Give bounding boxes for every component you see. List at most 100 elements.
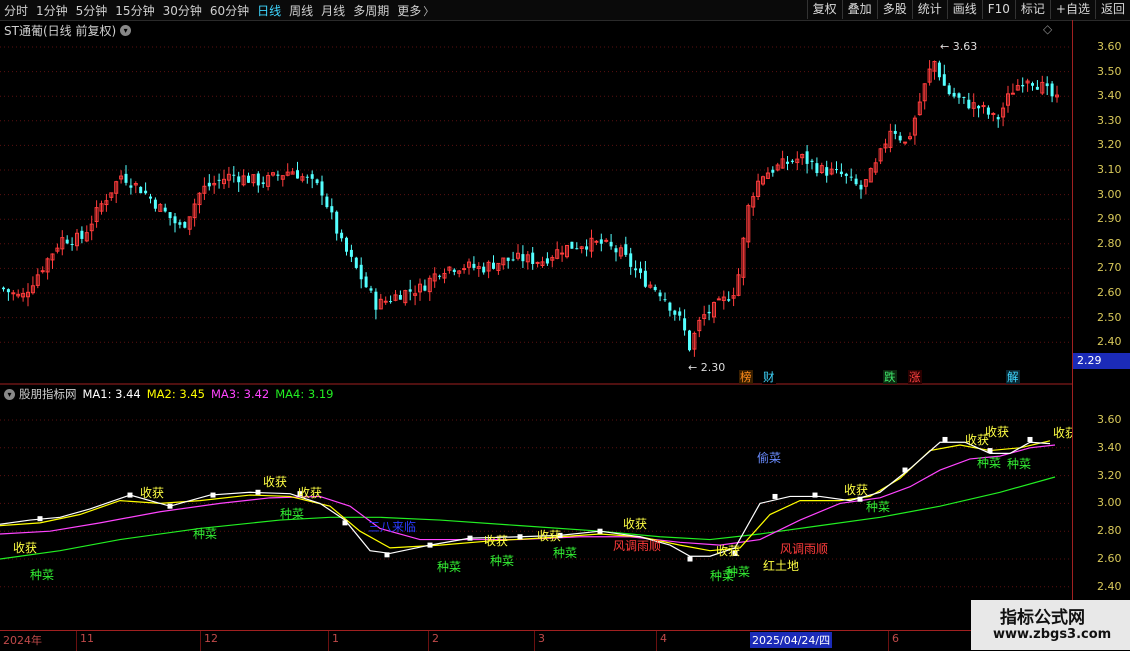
candle-body xyxy=(124,173,128,183)
candle-body xyxy=(70,244,74,246)
candle-body xyxy=(1021,85,1025,87)
candle-body xyxy=(452,269,456,272)
price-tick-label: 3.60 xyxy=(1097,40,1122,53)
overlap-signal: 三八来临 xyxy=(368,520,416,534)
good-weather-signal: 风调雨顺 xyxy=(780,542,828,556)
indicator-tick-label: 3.60 xyxy=(1097,413,1122,426)
plant-signal: 种菜 xyxy=(193,527,217,541)
date-label: 12 xyxy=(204,632,218,645)
price-tick-label: 2.80 xyxy=(1097,236,1122,250)
ma1-marker xyxy=(467,535,473,541)
candle-body xyxy=(673,310,677,315)
date-label: 4 xyxy=(660,632,667,645)
date-label: 3 xyxy=(538,632,545,645)
candle-body xyxy=(217,179,221,181)
indicator-tick-label: 2.80 xyxy=(1097,524,1122,538)
plant-signal: 种菜 xyxy=(1007,457,1031,471)
candle-body xyxy=(629,253,633,267)
date-label: 2 xyxy=(432,632,439,645)
candle-body xyxy=(305,176,309,178)
event-marker-cai[interactable]: 财 xyxy=(762,370,776,384)
date-separator xyxy=(888,631,889,651)
date-separator xyxy=(656,631,657,651)
low-price-label: ← 2.30 xyxy=(688,361,725,374)
candle-body xyxy=(335,211,339,234)
high-price-label: ← 3.63 xyxy=(940,40,977,53)
back-button[interactable]: 返回 xyxy=(1094,0,1130,19)
candle-body xyxy=(531,252,535,264)
candle-body xyxy=(839,171,843,175)
candle-body xyxy=(570,241,574,249)
candle-body xyxy=(315,179,319,184)
candle-body xyxy=(340,232,344,239)
date-label: 1 xyxy=(332,632,339,645)
event-marker-bang[interactable]: 榜 xyxy=(739,370,753,384)
candle-body xyxy=(129,185,133,188)
event-marker-zhang[interactable]: 涨 xyxy=(908,370,922,384)
event-marker-die[interactable]: 跌 xyxy=(883,370,897,384)
candle-body xyxy=(139,186,143,194)
plant-signal: 种菜 xyxy=(490,554,514,568)
candle-body xyxy=(1031,83,1034,86)
ma1-marker xyxy=(942,436,948,442)
candle-body xyxy=(849,176,853,178)
harvest-signal: 收获 xyxy=(1053,426,1072,440)
ma1-marker xyxy=(597,528,603,534)
candle-body xyxy=(844,173,848,176)
candle-body xyxy=(560,252,565,255)
candle-body xyxy=(40,270,45,273)
ma1-marker xyxy=(384,552,390,558)
candle-body xyxy=(256,173,260,186)
price-tick-label: 3.40 xyxy=(1097,89,1122,103)
candle-body xyxy=(967,99,971,109)
candle-body xyxy=(345,237,348,252)
candle-body xyxy=(815,163,819,174)
ma1-marker xyxy=(167,503,173,509)
candle-body xyxy=(986,107,990,115)
candle-body xyxy=(1010,92,1015,95)
candle-body xyxy=(310,174,314,179)
watermark-title: 指标公式网 xyxy=(1000,608,1085,628)
price-tick-label: 3.00 xyxy=(1097,187,1122,201)
candle-body xyxy=(163,207,167,212)
plant-signal: 种菜 xyxy=(726,565,750,579)
ma1-marker xyxy=(255,489,261,495)
candle-body xyxy=(653,286,657,291)
candle-body xyxy=(247,175,250,183)
ma1-marker xyxy=(772,493,778,499)
candle-body xyxy=(398,294,402,300)
chart-canvas[interactable]: ← 3.63← 2.30收获收获收获收获收获 收获收获收获收获收获收获 收获种菜种菜… xyxy=(0,0,1072,630)
candle-body xyxy=(678,311,682,316)
watermark-url: www.zbgs3.com xyxy=(993,627,1112,642)
event-marker-jie[interactable]: 解 xyxy=(1006,370,1020,384)
date-separator xyxy=(534,631,535,651)
candle-body xyxy=(585,246,589,250)
candle-body xyxy=(354,257,358,268)
ma1-marker xyxy=(687,556,693,562)
candle-body xyxy=(535,261,540,264)
date-separator xyxy=(76,631,77,651)
indicator-tick-label: 3.20 xyxy=(1097,468,1122,482)
candle-body xyxy=(521,254,525,262)
harvest-signal: 收获 xyxy=(298,486,322,500)
plant-signal: 种菜 xyxy=(437,560,461,574)
ma1-marker xyxy=(427,542,433,548)
candle-body xyxy=(957,93,961,98)
candle-body xyxy=(178,222,182,225)
ma1-marker xyxy=(1027,436,1033,442)
candle-body xyxy=(80,230,84,239)
harvest-signal: 收获 xyxy=(263,475,287,489)
candle-body xyxy=(364,276,368,288)
candle-body xyxy=(942,74,946,86)
candle-body xyxy=(1050,83,1054,97)
candle-body xyxy=(423,285,427,291)
candle-body xyxy=(506,257,510,261)
ma1-marker xyxy=(127,492,133,498)
date-separator xyxy=(200,631,201,651)
candle-body xyxy=(658,292,662,297)
candle-body xyxy=(937,62,941,78)
candle-body xyxy=(207,182,211,187)
candle-body xyxy=(977,105,981,109)
current-price-tag: 2.29 xyxy=(1073,353,1130,369)
candle-body xyxy=(144,190,148,194)
